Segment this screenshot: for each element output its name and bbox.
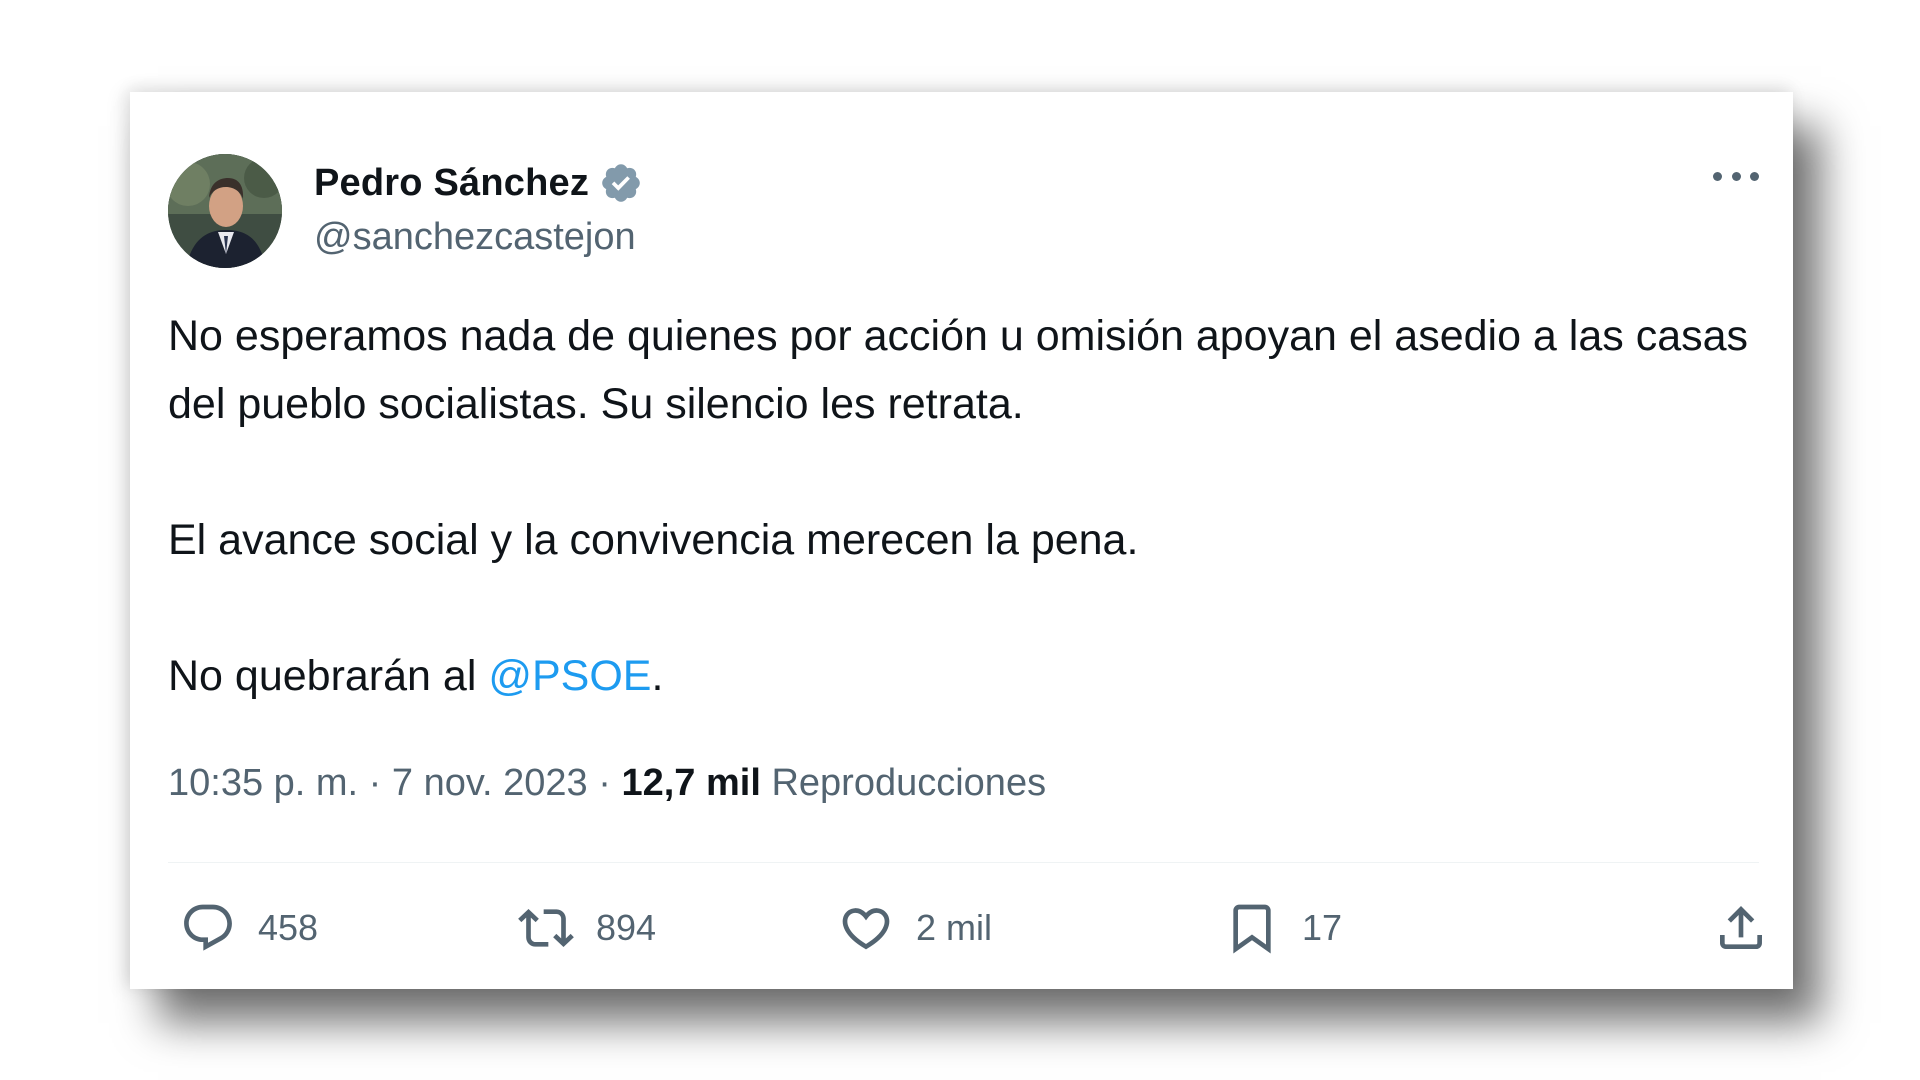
bookmark-count: 17: [1302, 907, 1343, 948]
views-count: 12,7 mil: [621, 762, 761, 804]
reply-icon: [184, 904, 232, 951]
reply-button[interactable]: 458: [180, 892, 318, 964]
bookmark-button[interactable]: 17: [1224, 892, 1342, 964]
avatar[interactable]: [168, 154, 282, 268]
like-button[interactable]: 2 mil: [838, 892, 992, 964]
meta-separator: ·: [358, 762, 392, 804]
tweet-paragraph: No quebrarán al @PSOE.: [168, 642, 1768, 710]
retweet-count: 894: [596, 907, 657, 948]
divider: [168, 862, 1759, 863]
views-label: Reproducciones: [760, 762, 1047, 804]
tweet-paragraph-prefix: No quebrarán al: [168, 652, 489, 700]
more-dot: [1731, 171, 1741, 181]
tweet-text: No esperamos nada de quienes por acción …: [168, 302, 1768, 710]
heart-icon: [842, 908, 890, 950]
action-bar: 458 894 2 mil 17: [168, 892, 1762, 964]
tweet-paragraph-suffix: .: [651, 652, 664, 700]
tweet-paragraph: No esperamos nada de quienes por acción …: [168, 312, 1749, 428]
bookmark-icon: [1233, 904, 1271, 954]
more-dot: [1750, 171, 1759, 181]
tweet-paragraph: El avance social y la convivencia merece…: [168, 516, 1139, 564]
tweet-date[interactable]: 7 nov. 2023: [392, 762, 588, 804]
share-button[interactable]: [1713, 892, 1769, 964]
like-count: 2 mil: [916, 907, 993, 948]
screen: Pedro Sánchez @sanchezcastejon No espera…: [0, 0, 1920, 1080]
tweet-time[interactable]: 10:35 p. m.: [168, 762, 358, 804]
tweet-meta: 10:35 p. m. · 7 nov. 2023 · 12,7 mil Rep…: [168, 762, 1046, 805]
avatar-photo: [168, 154, 282, 268]
more-options-icon[interactable]: [1713, 164, 1759, 188]
meta-separator: ·: [587, 762, 622, 804]
author-name-row: Pedro Sánchez: [314, 158, 643, 208]
more-dot: [1713, 171, 1722, 181]
author-display-name[interactable]: Pedro Sánchez: [314, 162, 589, 205]
share-icon: [1720, 906, 1762, 949]
mention-link[interactable]: @PSOE: [488, 652, 651, 700]
retweet-icon: [518, 909, 574, 947]
author-handle[interactable]: @sanchezcastejon: [314, 216, 636, 259]
tweet-card: Pedro Sánchez @sanchezcastejon No espera…: [130, 92, 1793, 989]
verified-badge-icon[interactable]: [599, 161, 643, 205]
reply-count: 458: [258, 907, 319, 948]
retweet-button[interactable]: 894: [518, 892, 656, 964]
